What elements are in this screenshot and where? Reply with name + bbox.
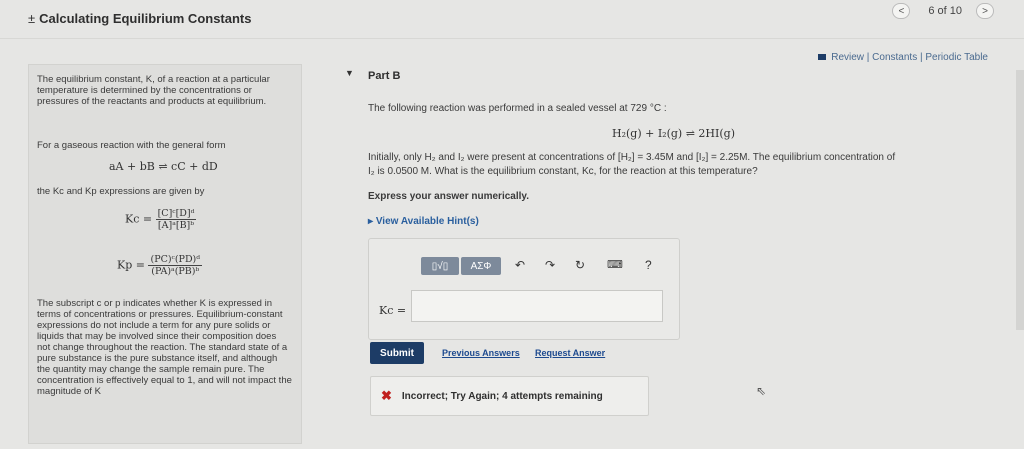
prev-item-button[interactable]: < xyxy=(892,3,911,19)
help-button[interactable]: ? xyxy=(645,258,652,272)
previous-answers-link[interactable]: Previous Answers xyxy=(442,348,520,358)
sidebar-subscript-text: The subscript c or p indicates whether K… xyxy=(37,298,292,397)
kc-expression: Kc = [C]ᶜ[D]ᵈ [A]ᵃ[B]ᵇ xyxy=(125,208,197,231)
sidebar-expressions-label: the Kc and Kp expressions are given by xyxy=(37,186,205,197)
next-item-button[interactable]: > xyxy=(976,3,994,19)
item-count: 6 of 10 xyxy=(928,5,962,17)
feedback-message: ✖ Incorrect; Try Again; 4 attempts remai… xyxy=(370,376,649,416)
resource-links-text[interactable]: Review | Constants | Periodic Table xyxy=(831,52,988,63)
sidebar-general-form-label: For a gaseous reaction with the general … xyxy=(37,140,226,151)
redo-icon[interactable]: ↷ xyxy=(545,258,555,272)
page-title: ± Calculating Equilibrium Constants xyxy=(28,11,252,26)
question-line-1: Initially, only H₂ and I₂ were present a… xyxy=(368,152,896,163)
kc-input-label: Kc = xyxy=(379,304,407,317)
incorrect-icon: ✖ xyxy=(381,388,392,403)
kc-denominator: [A]ᵃ[B]ᵇ xyxy=(157,220,195,231)
sidebar-intro-text: The equilibrium constant, K, of a reacti… xyxy=(37,74,270,107)
keyboard-icon[interactable]: ⌨ xyxy=(607,258,623,271)
book-icon xyxy=(818,54,827,61)
header-divider xyxy=(0,38,1024,39)
plus-minus-icon: ± xyxy=(28,11,36,26)
question-line-2: I₂ is 0.0500 M. What is the equilibrium … xyxy=(368,166,758,177)
resource-links[interactable]: Review | Constants | Periodic Table xyxy=(818,52,988,63)
view-hints-label[interactable]: View Available Hint(s) xyxy=(376,216,479,227)
answer-box: ▯√▯ ΑΣΦ ↶ ↷ ↻ ⌨ ? Kc = xyxy=(368,238,680,340)
kc-numerator: [C]ᶜ[D]ᵈ xyxy=(155,208,197,220)
mouse-cursor-icon: ⇖ xyxy=(756,384,767,398)
pager: < 6 of 10 > xyxy=(892,3,994,19)
kc-lhs: Kc = xyxy=(125,212,153,226)
symbols-button[interactable]: ΑΣΦ xyxy=(461,257,501,275)
templates-button[interactable]: ▯√▯ xyxy=(421,257,459,275)
kp-denominator: (PA)ᵃ(PB)ᵇ xyxy=(151,266,200,277)
reset-icon[interactable]: ↻ xyxy=(575,258,585,272)
page-title-text: Calculating Equilibrium Constants xyxy=(39,11,252,26)
answer-instruction: Express your answer numerically. xyxy=(368,191,530,202)
general-reaction: aA + bB ⇌ cC + dD xyxy=(109,160,218,173)
kp-lhs: Kp = xyxy=(117,258,145,272)
reaction-intro: The following reaction was performed in … xyxy=(368,103,667,114)
collapse-caret-icon[interactable]: ▼ xyxy=(345,68,354,78)
answer-input[interactable] xyxy=(411,290,663,322)
kp-expression: Kp = (PC)ᶜ(PD)ᵈ (PA)ᵃ(PB)ᵇ xyxy=(117,254,203,277)
page-scrollbar[interactable] xyxy=(1016,70,1024,330)
view-hints-link[interactable]: ▸ View Available Hint(s) xyxy=(368,216,479,227)
kp-numerator: (PC)ᶜ(PD)ᵈ xyxy=(148,254,203,266)
feedback-text: Incorrect; Try Again; 4 attempts remaini… xyxy=(401,390,603,402)
reaction-equation: H₂(g) + I₂(g) ⇌ 2HI(g) xyxy=(612,127,735,140)
submit-button[interactable]: Submit xyxy=(370,342,424,364)
intro-sidebar: The equilibrium constant, K, of a reacti… xyxy=(28,64,302,444)
request-answer-link[interactable]: Request Answer xyxy=(535,348,605,358)
undo-icon[interactable]: ↶ xyxy=(515,258,525,272)
part-title: Part B xyxy=(368,70,401,82)
